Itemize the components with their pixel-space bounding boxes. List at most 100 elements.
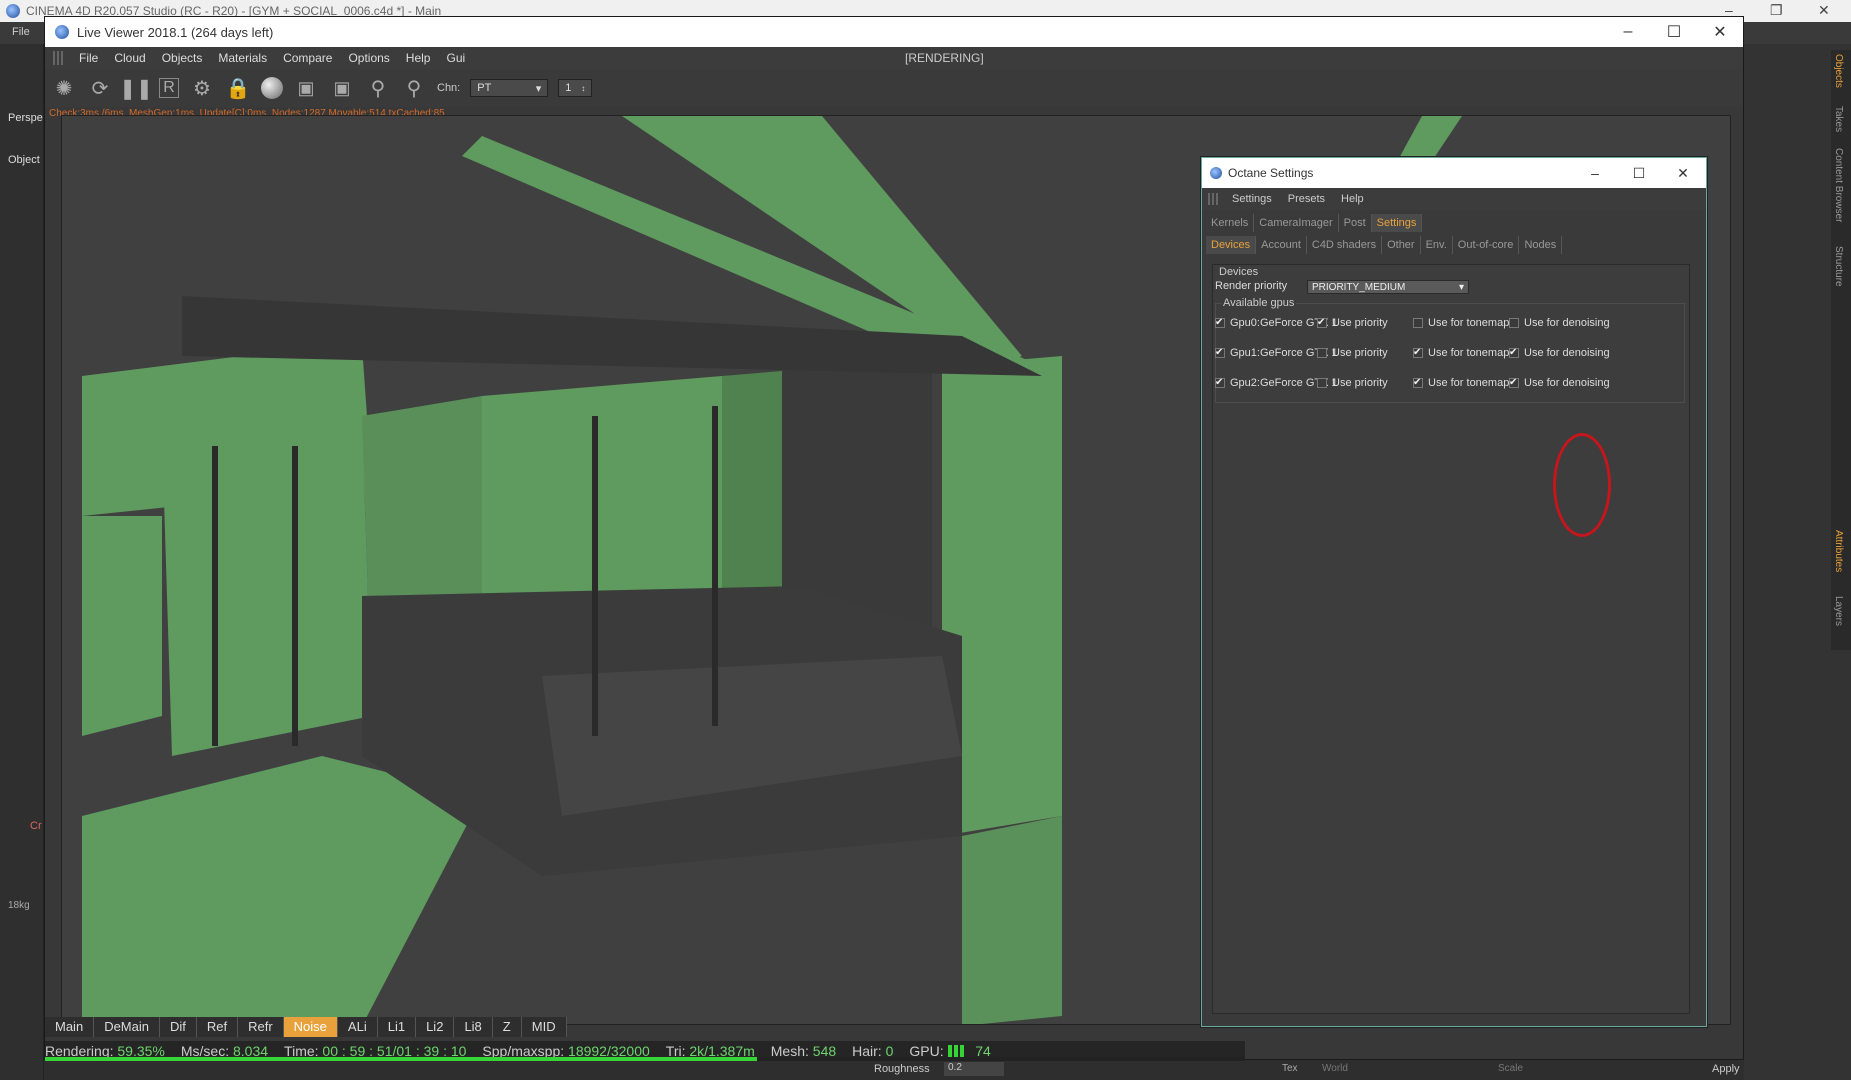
gpu0-use-priority-checkbox[interactable]: Use priority: [1317, 317, 1388, 329]
tab-out-of-core[interactable]: Out-of-core: [1452, 236, 1520, 254]
live-viewer-toolbar: ✺ ⟳ ❚❚ R ⚙ 🔒 ▣ ▣ ⚲ ⚲ Chn: PT ▾ 1 ↕: [45, 69, 1743, 107]
settings-gear-icon[interactable]: ⚙: [189, 75, 215, 101]
pass-tab-mid[interactable]: MID: [521, 1017, 567, 1037]
region-icon[interactable]: R: [159, 78, 179, 98]
pass-tab-ali[interactable]: ALi: [337, 1017, 378, 1037]
pass-tab-z[interactable]: Z: [492, 1017, 522, 1037]
send-scene-icon[interactable]: ✺: [51, 75, 77, 101]
channel-dropdown[interactable]: PT ▾: [470, 79, 549, 97]
gpu0-tonemap-checkbox[interactable]: Use for tonemap: [1413, 317, 1509, 329]
close-icon[interactable]: ✕: [1818, 2, 1830, 19]
gpu2-denoise-checkbox-label: Use for denoising: [1524, 377, 1610, 389]
checkbox-icon: [1215, 318, 1225, 328]
tab-content-browser[interactable]: Content Browser: [1833, 148, 1844, 222]
menu-help[interactable]: Help: [398, 51, 439, 65]
tab-other[interactable]: Other: [1382, 236, 1421, 254]
octane-menubar: Settings Presets Help: [1202, 188, 1706, 210]
gpu2-use-priority-checkbox-label: Use priority: [1332, 377, 1388, 389]
pass-tab-demain[interactable]: DeMain: [94, 1017, 160, 1037]
pass-tab-dif[interactable]: Dif: [159, 1017, 197, 1037]
pass-tab-li8[interactable]: Li8: [454, 1017, 493, 1037]
gpu2-denoise-checkbox[interactable]: Use for denoising: [1509, 377, 1610, 389]
devices-group-label: Devices: [1219, 266, 1259, 278]
frame-icon[interactable]: ▣: [293, 75, 319, 101]
channel-index-stepper[interactable]: 1 ↕: [558, 79, 593, 97]
render-priority-dropdown[interactable]: PRIORITY_MEDIUM ▾: [1307, 280, 1469, 294]
restart-icon[interactable]: ⟳: [87, 75, 113, 101]
gpu2-use-priority-checkbox[interactable]: Use priority: [1317, 377, 1388, 389]
tab-layers[interactable]: Layers: [1833, 596, 1844, 626]
menu-materials[interactable]: Materials: [210, 51, 275, 65]
octane-settings-dialog: Octane Settings – ☐ ✕ Settings Presets H…: [1201, 157, 1707, 1027]
tab-env[interactable]: Env.: [1420, 236, 1453, 254]
checkbox-icon: [1413, 348, 1423, 358]
gpu0-denoise-checkbox-label: Use for denoising: [1524, 317, 1610, 329]
menu-presets[interactable]: Presets: [1280, 193, 1333, 205]
tab-nodes[interactable]: Nodes: [1519, 236, 1563, 254]
pass-tab-li1[interactable]: Li1: [377, 1017, 417, 1037]
gpu2-tonemap-checkbox[interactable]: Use for tonemap: [1413, 377, 1509, 389]
close-icon[interactable]: ✕: [1697, 17, 1743, 47]
octane-sub-tabs: Devices Account C4D shaders Other Env. Out-of…: [1206, 236, 1563, 254]
menu-options[interactable]: Options: [340, 51, 397, 65]
minimize-icon[interactable]: –: [1605, 17, 1651, 47]
roughness-field[interactable]: 0.2: [944, 1062, 1004, 1076]
scale-dropdown[interactable]: Scale: [1498, 1063, 1523, 1074]
pass-tab-refr[interactable]: Refr: [238, 1017, 284, 1037]
grip-icon: [53, 51, 63, 65]
menu-cloud[interactable]: Cloud: [106, 51, 153, 65]
octane-titlebar: Octane Settings – ☐ ✕: [1202, 158, 1706, 188]
menu-objects[interactable]: Objects: [154, 51, 211, 65]
gpu1-use-priority-checkbox[interactable]: Use priority: [1317, 347, 1388, 359]
menu-file[interactable]: File: [12, 26, 30, 38]
render-priority-label: Render priority: [1215, 280, 1288, 292]
menu-compare[interactable]: Compare: [275, 51, 340, 65]
checkbox-icon: [1317, 348, 1327, 358]
close-icon[interactable]: ✕: [1660, 158, 1706, 188]
gpu1-use-priority-checkbox-label: Use priority: [1332, 347, 1388, 359]
render-status: [RENDERING]: [905, 51, 984, 65]
maximize-icon[interactable]: ☐: [1651, 17, 1697, 47]
pass-tab-li2[interactable]: Li2: [416, 1017, 455, 1037]
tab-c4d-shaders[interactable]: C4D shaders: [1306, 236, 1383, 254]
tab-devices[interactable]: Devices: [1206, 236, 1257, 254]
tab-objects[interactable]: Objects: [1833, 54, 1844, 88]
maximize-icon[interactable]: ☐: [1616, 158, 1662, 188]
gpu0-denoise-checkbox[interactable]: Use for denoising: [1509, 317, 1610, 329]
restore-icon[interactable]: ❐: [1770, 2, 1783, 19]
cinema4d-logo-icon: [6, 4, 20, 18]
menu-help[interactable]: Help: [1333, 193, 1372, 205]
pause-icon[interactable]: ❚❚: [119, 75, 153, 101]
gpu1-denoise-checkbox[interactable]: Use for denoising: [1509, 347, 1610, 359]
tab-cameraimager[interactable]: CameraImager: [1254, 214, 1339, 232]
tab-kernels[interactable]: Kernels: [1206, 214, 1255, 232]
pass-tab-noise[interactable]: Noise: [283, 1017, 338, 1037]
tab-takes[interactable]: Takes: [1833, 106, 1844, 132]
frame-alt-icon[interactable]: ▣: [329, 75, 355, 101]
world-dropdown[interactable]: World: [1322, 1063, 1348, 1074]
lock-icon[interactable]: 🔒: [225, 75, 251, 101]
minimize-icon[interactable]: –: [1572, 158, 1618, 188]
tex-button[interactable]: Tex: [1282, 1063, 1298, 1074]
tab-settings[interactable]: Settings: [1371, 214, 1423, 232]
pass-tab-ref[interactable]: Ref: [196, 1017, 239, 1037]
pass-tab-main[interactable]: Main: [45, 1017, 95, 1037]
menu-file[interactable]: File: [71, 51, 106, 65]
menu-gui[interactable]: Gui: [438, 51, 473, 65]
pick-focus-icon[interactable]: ⚲: [365, 75, 391, 101]
apply-button[interactable]: Apply: [1712, 1063, 1740, 1075]
tab-account[interactable]: Account: [1256, 236, 1307, 254]
gpu1-tonemap-checkbox[interactable]: Use for tonemap: [1413, 347, 1509, 359]
c4d-left-panel: Perspe Object Cr 18kg: [0, 44, 44, 1080]
tab-structure[interactable]: Structure: [1833, 246, 1844, 287]
tab-attributes[interactable]: Attributes: [1833, 530, 1844, 572]
tab-post[interactable]: Post: [1338, 214, 1372, 232]
channel-index-value: 1: [565, 82, 572, 94]
gpu1-denoise-checkbox-label: Use for denoising: [1524, 347, 1610, 359]
menu-settings[interactable]: Settings: [1224, 193, 1280, 205]
cinema4d-logo-icon: [1210, 167, 1222, 179]
material-sphere-icon[interactable]: [261, 77, 283, 99]
pick-material-icon[interactable]: ⚲: [401, 75, 427, 101]
c4d-bottom-bar: Roughness 0.2 Tex World Scale Apply: [44, 1058, 1744, 1080]
channel-value: PT: [477, 82, 492, 94]
